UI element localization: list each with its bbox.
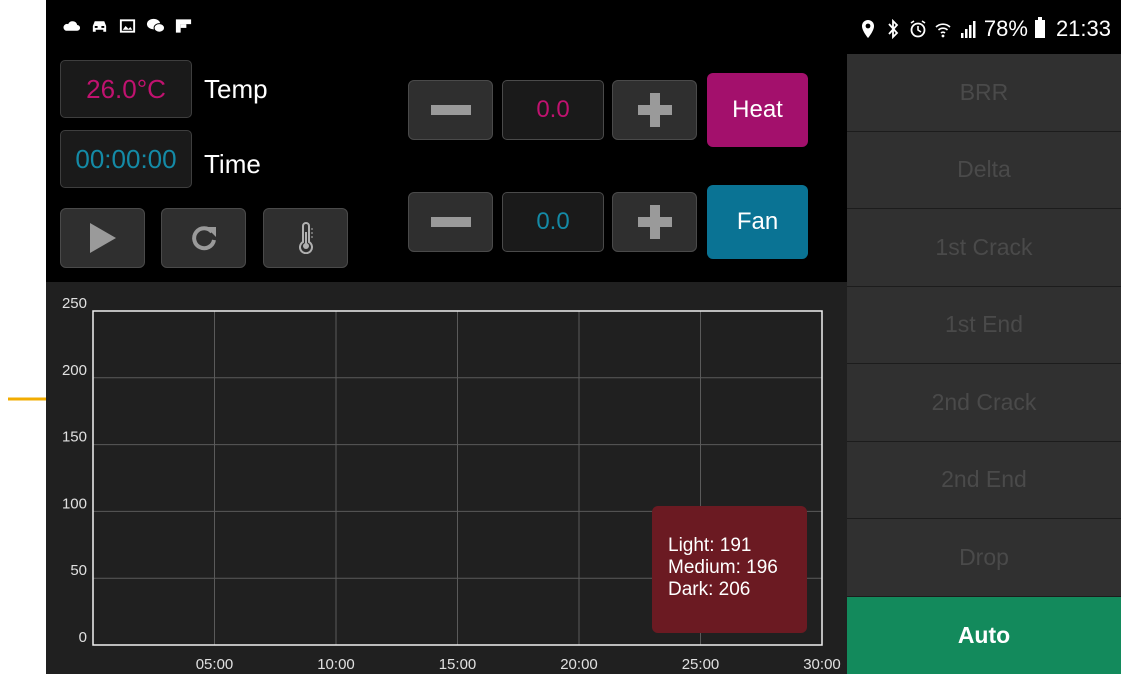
x-tick-label: 30:00 — [803, 656, 841, 673]
car-icon — [92, 21, 107, 32]
x-tick-label: 10:00 — [317, 656, 355, 673]
refresh-icon — [191, 226, 216, 251]
time-label: Time — [204, 149, 261, 179]
android-device-screen: 78% 21:33 26.0°C Temp 00:00:00 Time 0.0 … — [46, 0, 1121, 674]
heat-value: 0.0 — [502, 80, 604, 140]
plus-icon — [637, 205, 672, 239]
status-bar: 78% 21:33 — [46, 0, 1121, 54]
fan-value: 0.0 — [502, 192, 604, 252]
clock: 21:33 — [1055, 16, 1111, 41]
play-icon — [89, 223, 116, 253]
play-button[interactable] — [60, 208, 145, 268]
heat-decrease-button[interactable] — [408, 80, 493, 140]
reset-button[interactable] — [161, 208, 246, 268]
heat-button[interactable]: Heat — [707, 73, 808, 147]
minus-icon — [430, 217, 471, 227]
flipboard-icon — [175, 19, 192, 33]
roast-level-tooltip: Light: 191 Medium: 196 Dark: 206 — [652, 506, 807, 633]
side-button-drop[interactable]: Drop — [847, 519, 1121, 597]
x-tick-label: 05:00 — [196, 656, 234, 673]
time-readout: 00:00:00 — [60, 130, 192, 188]
side-button-auto[interactable]: Auto — [847, 596, 1121, 674]
battery-icon — [1034, 17, 1045, 38]
fan-button[interactable]: Fan — [707, 185, 808, 259]
probe-button[interactable] — [263, 208, 348, 268]
y-tick-label: 100 — [62, 495, 87, 512]
fan-increase-button[interactable] — [612, 192, 697, 252]
control-panel: 26.0°C Temp 00:00:00 Time 0.0 Heat 0.0 F… — [46, 54, 847, 282]
gallery-icon — [119, 19, 136, 33]
bluetooth-icon — [888, 19, 899, 39]
temp-label: Temp — [204, 74, 268, 104]
tooltip-dark: Dark: 206 — [668, 579, 751, 600]
side-button-brr[interactable]: BRR — [847, 54, 1121, 132]
side-button-1st-crack[interactable]: 1st Crack — [847, 209, 1121, 287]
side-button-1st-end[interactable]: 1st End — [847, 286, 1121, 364]
notification-icons — [62, 18, 193, 34]
x-tick-label: 25:00 — [682, 656, 720, 673]
heat-increase-button[interactable] — [612, 80, 697, 140]
tooltip-medium: Medium: 196 — [668, 557, 778, 578]
signal-icon — [960, 21, 976, 38]
battery-percent: 78% — [983, 16, 1028, 41]
system-status: 78% 21:33 — [859, 16, 1111, 42]
plus-icon — [637, 93, 672, 127]
alarm-icon — [910, 20, 926, 38]
location-icon — [861, 20, 874, 38]
y-tick-label: 50 — [70, 562, 87, 579]
side-button-2nd-end[interactable]: 2nd End — [847, 441, 1121, 519]
tooltip-light: Light: 191 — [668, 535, 752, 556]
side-button-2nd-crack[interactable]: 2nd Crack — [847, 364, 1121, 442]
y-tick-label: 150 — [62, 429, 87, 446]
y-tick-label: 0 — [79, 629, 87, 646]
thermometer-icon — [298, 222, 313, 254]
event-side-panel: BRR Delta 1st Crack 1st End 2nd Crack 2nd End… — [847, 54, 1121, 674]
minus-icon — [430, 105, 471, 115]
x-tick-label: 15:00 — [439, 656, 477, 673]
y-tick-label: 200 — [62, 362, 87, 379]
side-button-delta[interactable]: Delta — [847, 131, 1121, 209]
y-tick-label: 250 — [62, 295, 87, 312]
temp-readout: 26.0°C — [60, 60, 192, 118]
cloud-icon — [63, 21, 81, 31]
wifi-icon — [935, 23, 951, 38]
wechat-icon — [146, 18, 165, 33]
fan-decrease-button[interactable] — [408, 192, 493, 252]
x-tick-label: 20:00 — [560, 656, 598, 673]
